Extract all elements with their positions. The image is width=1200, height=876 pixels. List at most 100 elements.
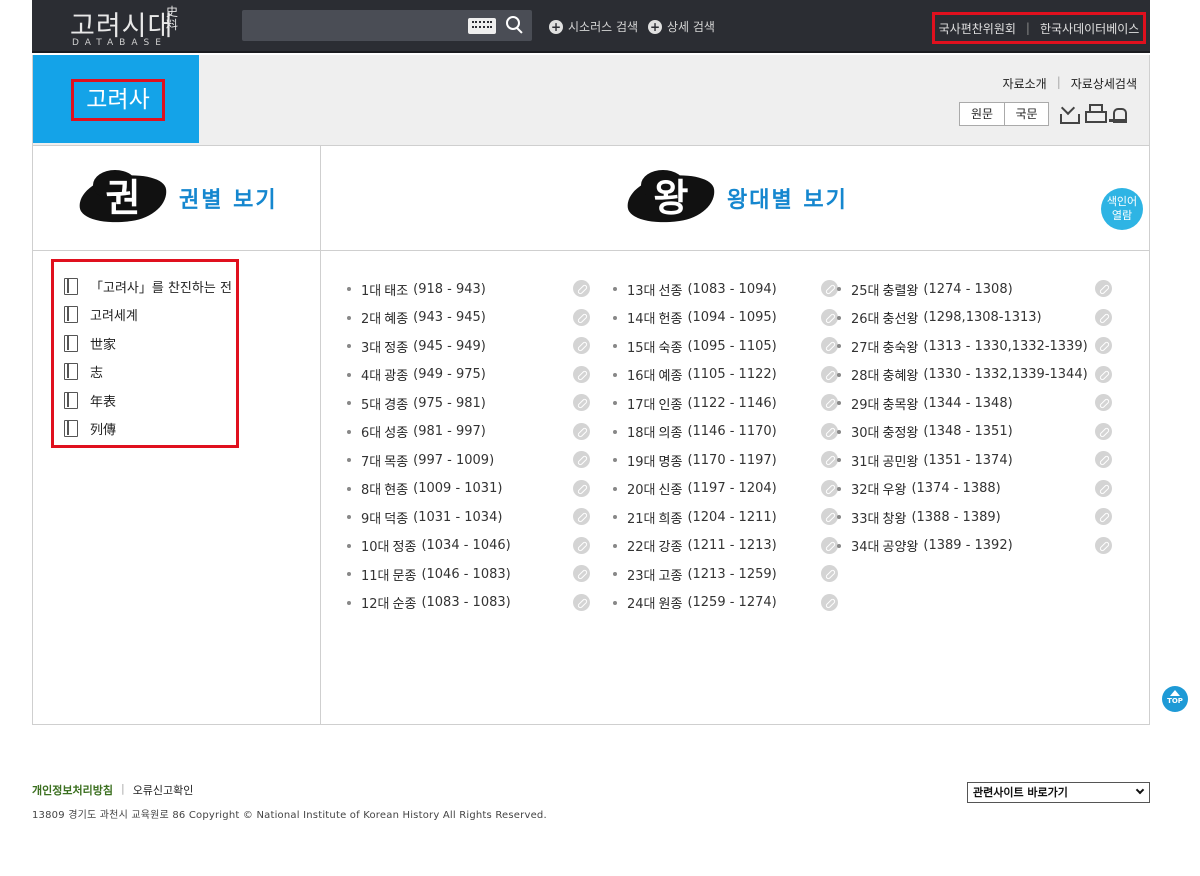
reign-item[interactable]: 18대 의종 (1146 - 1170) [613, 418, 838, 447]
link-icon[interactable] [1095, 422, 1112, 440]
reign-item[interactable]: 22대 강종 (1211 - 1213) [613, 532, 838, 561]
nikh-link[interactable]: 국사편찬위원회 [939, 20, 1016, 37]
download-icon[interactable] [1057, 102, 1080, 124]
reign-years: (1313 - 1330,1332-1339) [923, 338, 1088, 354]
reign-item[interactable]: 6대 성종 (981 - 997) [347, 418, 590, 447]
link-icon[interactable] [821, 508, 838, 525]
link-icon[interactable] [573, 451, 590, 468]
reign-item[interactable]: 10대 정종 (1034 - 1046) [347, 532, 590, 561]
reign-item[interactable]: 11대 문종 (1046 - 1083) [347, 560, 590, 589]
reign-item[interactable]: 17대 인종 (1122 - 1146) [613, 389, 838, 418]
alarm-icon[interactable] [1107, 102, 1129, 124]
error-report-link[interactable]: 오류신고확인 [133, 782, 194, 798]
privacy-policy-link[interactable]: 개인정보처리방침 [32, 782, 113, 798]
link-icon[interactable] [1095, 394, 1112, 411]
link-icon[interactable] [573, 593, 590, 611]
index-term-button[interactable]: 색인어 열람 [1101, 188, 1143, 230]
site-logo[interactable]: 고려시대 史料 DATABASE [70, 4, 195, 50]
reign-item[interactable]: 2대 혜종 (943 - 945) [347, 304, 590, 333]
link-icon[interactable] [573, 308, 590, 326]
reign-item[interactable]: 33대 창왕 (1388 - 1389) [837, 503, 1112, 532]
reign-item[interactable]: 26대 충선왕 (1298,1308-1313) [837, 304, 1112, 333]
link-icon[interactable] [821, 479, 838, 497]
volume-item[interactable]: 列傳 [64, 415, 236, 444]
link-icon[interactable] [1095, 508, 1112, 525]
search-input[interactable] [242, 10, 532, 41]
bullet-icon [613, 429, 617, 434]
reign-item[interactable]: 25대 충렬왕 (1274 - 1308) [837, 275, 1112, 304]
reign-item[interactable]: 15대 숙종 (1095 - 1105) [613, 332, 838, 361]
volume-item[interactable]: 「고려사」를 찬진하는 전 [64, 272, 236, 301]
reign-item[interactable]: 19대 명종 (1170 - 1197) [613, 446, 838, 475]
link-icon[interactable] [821, 536, 838, 554]
link-icon[interactable] [1095, 280, 1112, 297]
reign-item[interactable]: 3대 정종 (945 - 949) [347, 332, 590, 361]
reign-item[interactable]: 4대 광종 (949 - 975) [347, 361, 590, 390]
volume-item[interactable]: 고려세계 [64, 301, 236, 330]
related-sites-select[interactable]: 관련사이트 바로가기 [967, 782, 1150, 803]
reign-item[interactable]: 16대 예종 (1105 - 1122) [613, 361, 838, 390]
reign-item[interactable]: 32대 우왕 (1374 - 1388) [837, 475, 1112, 504]
link-icon[interactable] [573, 365, 590, 383]
link-icon[interactable] [573, 394, 590, 411]
volume-item[interactable]: 年表 [64, 386, 236, 415]
link-icon[interactable] [1095, 451, 1112, 468]
korean-text-button[interactable]: 국문 [1004, 103, 1048, 125]
volume-item[interactable]: 志 [64, 358, 236, 387]
advanced-search-link[interactable]: + 상세 검색 [648, 18, 715, 35]
reign-item[interactable]: 7대 목종 (997 - 1009) [347, 446, 590, 475]
reign-item[interactable]: 24대 원종 (1259 - 1274) [613, 589, 838, 618]
reign-item[interactable]: 8대 현종 (1009 - 1031) [347, 475, 590, 504]
reign-item[interactable]: 13대 선종 (1083 - 1094) [613, 275, 838, 304]
link-icon[interactable] [573, 508, 590, 525]
link-icon[interactable] [1095, 479, 1112, 497]
korean-history-db-link[interactable]: 한국사데이터베이스 [1040, 20, 1139, 37]
link-icon[interactable] [1095, 337, 1112, 354]
volume-item[interactable]: 世家 [64, 329, 236, 358]
reign-item[interactable]: 21대 희종 (1204 - 1211) [613, 503, 838, 532]
reign-item[interactable]: 29대 충목왕 (1344 - 1348) [837, 389, 1112, 418]
reign-item[interactable]: 14대 헌종 (1094 - 1095) [613, 304, 838, 333]
link-icon[interactable] [821, 394, 838, 411]
link-icon[interactable] [821, 280, 838, 297]
reign-ordinal: 23대 [627, 568, 656, 584]
link-icon[interactable] [573, 337, 590, 354]
reign-item[interactable]: 9대 덕종 (1031 - 1034) [347, 503, 590, 532]
detailed-search-link[interactable]: 자료상세검색 [1071, 75, 1137, 92]
reign-item[interactable]: 28대 충혜왕 (1330 - 1332,1339-1344) [837, 361, 1112, 390]
reign-item[interactable]: 23대 고종 (1213 - 1259) [613, 560, 838, 589]
reign-item[interactable]: 31대 공민왕 (1351 - 1374) [837, 446, 1112, 475]
link-icon[interactable] [821, 337, 838, 354]
original-text-button[interactable]: 원문 [960, 103, 1004, 125]
link-icon[interactable] [821, 308, 838, 326]
link-icon[interactable] [821, 365, 838, 383]
reign-item[interactable]: 5대 경종 (975 - 981) [347, 389, 590, 418]
reign-item[interactable]: 27대 충숙왕 (1313 - 1330,1332-1339) [837, 332, 1112, 361]
link-icon[interactable] [573, 280, 590, 297]
link-icon[interactable] [1095, 365, 1112, 383]
link-icon[interactable] [821, 422, 838, 440]
print-icon[interactable] [1083, 102, 1107, 124]
reign-ordinal: 34대 [851, 540, 880, 556]
link-icon[interactable] [821, 565, 838, 582]
link-icon[interactable] [573, 422, 590, 440]
keyboard-icon[interactable] [468, 18, 496, 34]
link-icon[interactable] [573, 479, 590, 497]
link-icon[interactable] [573, 536, 590, 554]
search-icon[interactable] [506, 16, 524, 34]
reign-item[interactable]: 1대 태조 (918 - 943) [347, 275, 590, 304]
scroll-top-button[interactable]: TOP [1162, 686, 1188, 712]
link-icon[interactable] [821, 593, 838, 611]
thesaurus-search-link[interactable]: + 시소러스 검색 [549, 18, 638, 35]
material-intro-link[interactable]: 자료소개 [1003, 75, 1047, 92]
reign-item[interactable]: 20대 신종 (1197 - 1204) [613, 475, 838, 504]
reign-item[interactable]: 30대 충정왕 (1348 - 1351) [837, 418, 1112, 447]
reign-item[interactable]: 12대 순종 (1083 - 1083) [347, 589, 590, 618]
reign-item[interactable]: 34대 공양왕 (1389 - 1392) [837, 532, 1112, 561]
link-icon[interactable] [1095, 536, 1112, 554]
page-title[interactable]: 고려사 [71, 79, 165, 121]
link-icon[interactable] [573, 565, 590, 582]
link-icon[interactable] [821, 451, 838, 468]
link-icon[interactable] [1095, 308, 1112, 326]
top-header: 고려시대 史料 DATABASE + 시소러스 검색 + 상세 검색 국사편찬위… [32, 0, 1150, 53]
